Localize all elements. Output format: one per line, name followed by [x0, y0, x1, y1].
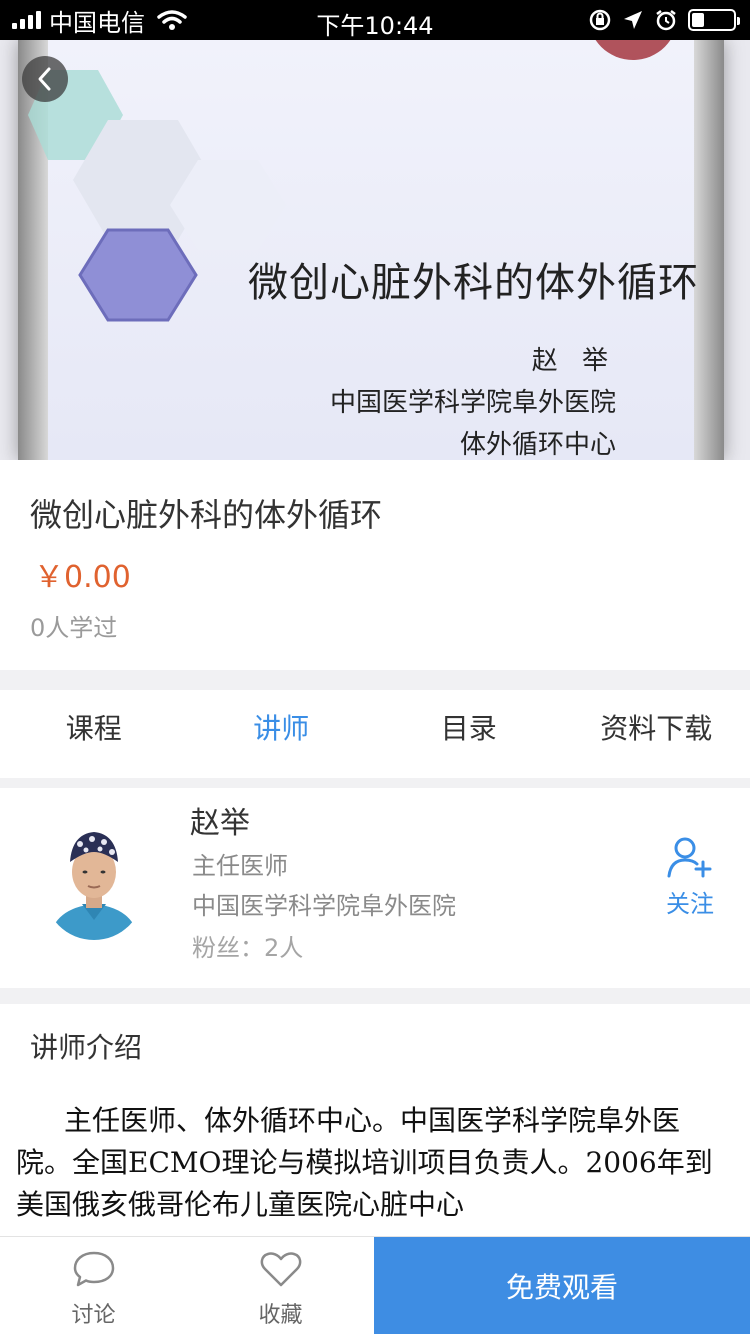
slide-department: 体外循环中心 — [459, 430, 616, 460]
status-right — [588, 0, 740, 40]
chat-bubble-icon — [73, 1251, 114, 1287]
slide-title: 微创心脏外科的体外循环 — [248, 260, 699, 306]
add-user-icon — [667, 837, 712, 878]
bottom-action-bar: 讨论 收藏 免费观看 — [0, 1236, 750, 1334]
tab-catalog[interactable]: 目录 — [375, 690, 563, 778]
alarm-icon — [656, 10, 676, 31]
avatar-image — [44, 820, 144, 940]
learner-count: 0人学过 — [30, 614, 118, 642]
discuss-label: 讨论 — [71, 1303, 116, 1328]
discuss-button[interactable]: 讨论 — [0, 1237, 187, 1334]
course-title: 微创心脏外科的体外循环 — [30, 496, 383, 534]
course-cover[interactable]: 微创心脏外科的体外循环 赵 举 中国医学科学院阜外医院 体外循环中心 — [0, 40, 750, 460]
course-info: 微创心脏外科的体外循环 ￥0.00 0人学过 — [0, 460, 750, 670]
free-watch-button[interactable]: 免费观看 — [374, 1237, 750, 1334]
back-button[interactable] — [22, 56, 68, 102]
orientation-lock-icon — [589, 9, 611, 31]
lecturer-intro: 讲师介绍 主任医师、体外循环中心。中国医学科学院阜外医院。全国ECMO理论与模拟… — [0, 1004, 750, 1236]
follow-label: 关注 — [666, 890, 714, 918]
chevron-left-icon — [38, 67, 51, 91]
course-price: ￥0.00 — [34, 560, 131, 595]
battery-icon — [688, 9, 740, 31]
follow-button[interactable]: 关注 — [660, 836, 720, 919]
slide-institution: 中国医学科学院阜外医院 — [329, 388, 616, 418]
section-divider — [0, 988, 750, 1004]
lecturer-card[interactable]: 赵举 主任医师 中国医学科学院阜外医院 粉丝：2人 关注 — [0, 788, 750, 988]
intro-heading: 讲师介绍 — [30, 1031, 143, 1064]
location-icon — [624, 11, 642, 29]
tab-course[interactable]: 课程 — [0, 690, 188, 778]
tab-bar: 课程 讲师 目录 资料下载 — [0, 690, 750, 778]
avatar[interactable] — [44, 820, 144, 940]
slide-author: 赵 举 — [531, 346, 616, 376]
status-bar: 中国电信 下午10:44 — [0, 0, 750, 40]
lecturer-fans: 粉丝：2人 — [192, 934, 304, 962]
section-divider — [0, 778, 750, 788]
cover-slide: 微创心脏外科的体外循环 赵 举 中国医学科学院阜外医院 体外循环中心 — [18, 40, 724, 460]
lecturer-name: 赵举 — [190, 806, 250, 841]
favorite-label: 收藏 — [258, 1303, 303, 1328]
lecturer-institution: 中国医学科学院阜外医院 — [192, 892, 456, 920]
favorite-button[interactable]: 收藏 — [187, 1237, 374, 1334]
seal-logo — [588, 40, 678, 60]
intro-text: 主任医师、体外循环中心。中国医学科学院阜外医院。全国ECMO理论与模拟培训项目负… — [16, 1104, 713, 1221]
tab-downloads[interactable]: 资料下载 — [563, 690, 750, 778]
lecturer-title: 主任医师 — [192, 852, 288, 880]
tab-lecturer[interactable]: 讲师 — [188, 690, 376, 778]
heart-icon — [260, 1252, 301, 1287]
section-divider — [0, 670, 750, 690]
